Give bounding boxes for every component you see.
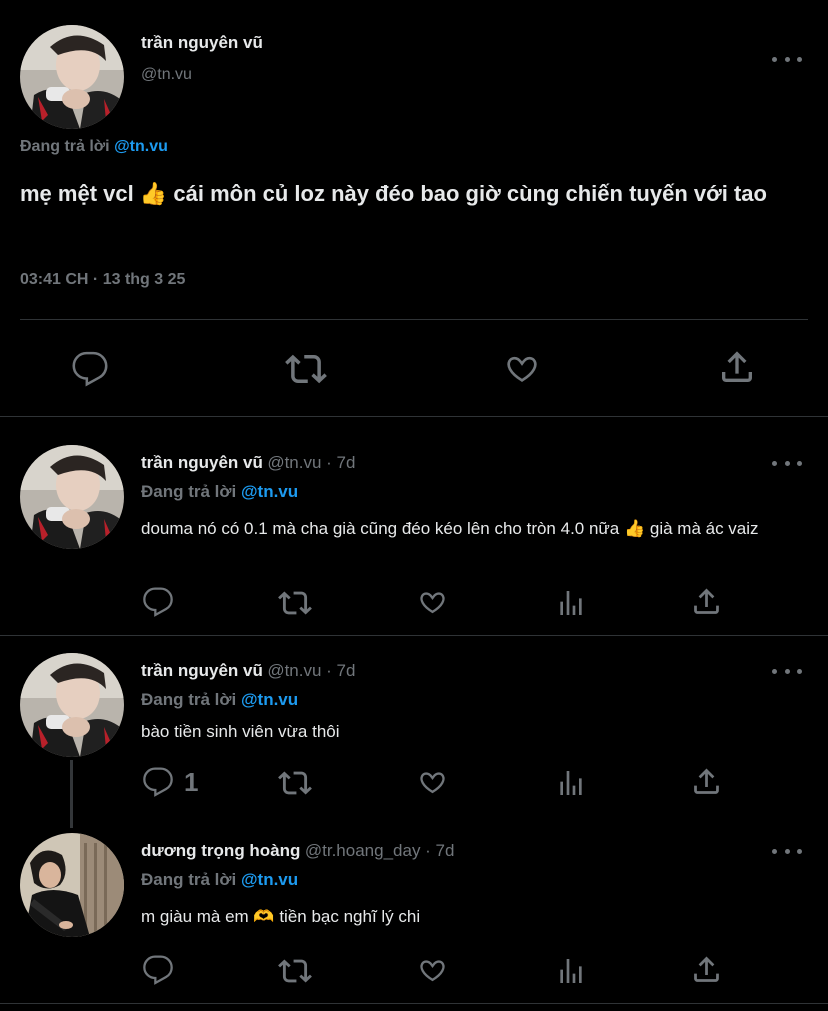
like-button[interactable]	[416, 586, 449, 619]
views-icon	[560, 771, 582, 795]
reply-text: m giàu mà em 🫶 tiền bạc nghĩ lý chi	[141, 907, 421, 926]
divider	[0, 416, 828, 417]
reply-more-button[interactable]	[772, 456, 802, 470]
reply-author-name[interactable]: dương trọng hoàng	[141, 841, 300, 860]
reply-count: 1	[184, 766, 199, 797]
share-icon	[694, 588, 719, 614]
replying-to-link[interactable]: @tn.vu	[241, 870, 298, 889]
replying-label: Đang trả lời	[141, 690, 237, 709]
tweet-text-part1: mẹ mệt vcl	[20, 181, 134, 206]
replying-label: Đang trả lời	[141, 870, 237, 889]
share-button[interactable]	[690, 953, 723, 986]
repost-icon	[278, 959, 312, 983]
repost-icon	[278, 591, 312, 615]
reply-author-name[interactable]: trần nguyên vũ	[141, 453, 263, 472]
replying-to-line: Đang trả lời @tn.vu	[141, 870, 298, 890]
like-icon	[420, 592, 445, 614]
reply-author-handle[interactable]: @tr.hoang_day · 7d	[305, 841, 455, 860]
reply-avatar[interactable]	[20, 653, 124, 757]
like-icon	[507, 356, 537, 382]
replying-to-line: Đang trả lời @tn.vu	[20, 138, 168, 156]
reply-button[interactable]	[142, 586, 174, 618]
replying-to-link[interactable]: @tn.vu	[241, 482, 298, 501]
replying-to-line: Đang trả lời @tn.vu	[141, 482, 298, 502]
tweet-text-part2: cái môn củ loz này đéo bao giờ cùng chiế…	[167, 181, 767, 206]
replying-label: Đang trả lời	[20, 138, 110, 155]
views-button[interactable]	[555, 767, 587, 799]
tweet-text: mẹ mệt vcl 👍 cái môn củ loz này đéo bao …	[20, 178, 810, 210]
repost-button[interactable]	[278, 586, 312, 620]
reply-more-button[interactable]	[772, 844, 802, 858]
share-button[interactable]	[690, 765, 723, 798]
views-icon	[560, 959, 582, 983]
reply-author-handle[interactable]: @tn.vu · 7d	[267, 661, 355, 680]
views-icon	[560, 591, 582, 615]
replying-to-link[interactable]: @tn.vu	[241, 690, 298, 709]
reply-text: bào tiền sinh viên vừa thôi	[141, 722, 340, 741]
reply-button[interactable]	[71, 350, 109, 388]
more-icon	[772, 668, 777, 674]
reply-header: trần nguyên vũ @tn.vu · 7d	[141, 453, 355, 473]
like-button[interactable]	[416, 766, 449, 799]
like-button[interactable]	[502, 349, 542, 389]
share-button[interactable]	[717, 347, 757, 387]
divider	[20, 319, 808, 320]
repost-button[interactable]	[285, 348, 327, 390]
like-icon	[420, 772, 445, 794]
thumbs-up-emoji: 👍	[139, 181, 168, 206]
reply-more-button[interactable]	[772, 664, 802, 678]
reply-header: trần nguyên vũ @tn.vu · 7d	[141, 661, 355, 681]
reply-text: douma nó có 0.1 mà cha già cũng đéo kéo …	[141, 519, 759, 538]
reply-avatar[interactable]	[20, 833, 124, 937]
repost-button[interactable]	[278, 954, 312, 988]
more-icon	[772, 460, 777, 466]
reply-icon	[143, 767, 173, 797]
reply-button[interactable]	[142, 954, 174, 986]
reply-header: dương trọng hoàng @tr.hoang_day · 7d	[141, 841, 454, 861]
divider	[0, 635, 828, 636]
replying-label: Đang trả lời	[141, 482, 237, 501]
more-icon	[772, 848, 777, 854]
views-button[interactable]	[555, 587, 587, 619]
share-icon	[722, 351, 752, 382]
like-button[interactable]	[416, 954, 449, 987]
author-name[interactable]: trần nguyên vũ	[141, 33, 263, 53]
share-icon	[694, 768, 719, 794]
author-avatar[interactable]	[20, 25, 124, 129]
author-handle[interactable]: @tn.vu	[141, 66, 192, 84]
thread-connector	[70, 760, 73, 828]
divider	[0, 1003, 828, 1004]
like-icon	[420, 960, 445, 982]
reply-icon	[143, 955, 173, 985]
tweet-timestamp[interactable]: 03:41 CH · 13 thg 3 25	[20, 271, 185, 289]
more-icon	[772, 56, 777, 62]
views-button[interactable]	[555, 955, 587, 987]
replying-to-line: Đang trả lời @tn.vu	[141, 690, 298, 710]
share-button[interactable]	[690, 585, 723, 618]
reply-icon	[143, 587, 173, 617]
reply-icon	[72, 351, 108, 387]
reply-avatar[interactable]	[20, 445, 124, 549]
repost-icon	[285, 354, 327, 384]
reply-author-name[interactable]: trần nguyên vũ	[141, 661, 263, 680]
reply-button[interactable]: 1	[142, 766, 198, 798]
reply-author-handle[interactable]: @tn.vu · 7d	[267, 453, 355, 472]
repost-icon	[278, 771, 312, 795]
share-icon	[694, 956, 719, 982]
replying-to-link[interactable]: @tn.vu	[114, 138, 168, 155]
repost-button[interactable]	[278, 766, 312, 800]
more-options-button[interactable]	[772, 52, 802, 66]
